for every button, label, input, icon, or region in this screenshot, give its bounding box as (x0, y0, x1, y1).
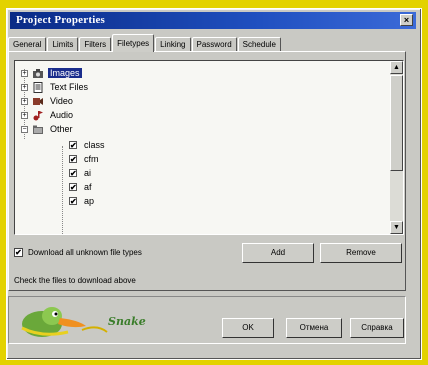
scroll-down-button[interactable]: ▼ (390, 221, 403, 234)
tree-child-ai[interactable]: ✔ ai (69, 166, 93, 180)
tree-item-audio[interactable]: + Audio (21, 108, 75, 122)
tab-password[interactable]: Password (191, 37, 237, 52)
tree-scrollbar[interactable]: ▲ ▼ (390, 61, 403, 234)
tree-item-label: Images (48, 68, 82, 78)
scroll-thumb[interactable] (390, 75, 403, 171)
tree-child-ap[interactable]: ✔ ap (69, 194, 96, 208)
screen-frame: Project Properties × General Limits Filt… (0, 0, 428, 365)
add-button[interactable]: Add (242, 243, 314, 263)
expand-icon[interactable]: + (21, 83, 28, 91)
tree-child-label: af (84, 182, 92, 192)
tree-connector (62, 146, 63, 234)
hint-text: Check the files to download above (14, 276, 136, 285)
window-title: Project Properties (16, 14, 106, 26)
filetype-actions: ✔ Download all unknown file types Add Re… (14, 243, 406, 263)
download-unknown-label: Download all unknown file types (28, 248, 142, 257)
camera-icon (32, 68, 44, 79)
tree-item-label: Other (50, 124, 73, 134)
checkbox[interactable]: ✔ (69, 155, 77, 164)
tab-strip: General Limits Filters Filetypes Linking… (8, 34, 282, 52)
scroll-up-button[interactable]: ▲ (390, 61, 403, 74)
brand-name: Snake (108, 315, 146, 328)
video-icon (32, 96, 44, 107)
tab-filetypes[interactable]: Filetypes (112, 34, 155, 52)
tree-item-images[interactable]: + Images (21, 66, 82, 80)
folder-icon (32, 124, 44, 135)
tree-child-cfm[interactable]: ✔ cfm (69, 152, 101, 166)
checkbox[interactable]: ✔ (69, 141, 77, 150)
checkbox[interactable]: ✔ (69, 197, 77, 206)
tree-child-label: ap (84, 196, 95, 206)
expand-icon[interactable]: + (21, 69, 28, 77)
text-file-icon (32, 81, 44, 93)
collapse-icon[interactable]: − (21, 125, 28, 133)
expand-icon[interactable]: + (21, 97, 28, 105)
tree-child-class[interactable]: ✔ class (69, 138, 107, 152)
tree-item-label: Text Files (50, 82, 89, 92)
tree-child-af[interactable]: ✔ af (69, 180, 94, 194)
tab-schedule[interactable]: Schedule (237, 37, 281, 52)
help-button[interactable]: Справка (350, 318, 404, 338)
checkbox[interactable]: ✔ (69, 169, 77, 178)
duck-logo-icon (12, 302, 122, 342)
tab-limits[interactable]: Limits (47, 37, 79, 52)
expand-icon[interactable]: + (21, 111, 28, 119)
audio-icon (32, 110, 44, 121)
tree-item-other[interactable]: − Other (21, 122, 75, 136)
tab-linking[interactable]: Linking (155, 37, 191, 52)
title-bar[interactable]: Project Properties × (10, 12, 416, 29)
close-button[interactable]: × (400, 14, 413, 26)
tree-child-label: cfm (84, 154, 99, 164)
ok-button[interactable]: OK (222, 318, 274, 338)
cancel-button[interactable]: Отмена (286, 318, 342, 338)
checkbox[interactable]: ✔ (69, 183, 77, 192)
tree-child-label: class (84, 140, 105, 150)
tree-item-label: Video (50, 96, 73, 106)
tree-child-label: ai (84, 168, 92, 178)
tab-filters[interactable]: Filters (79, 37, 112, 52)
remove-button[interactable]: Remove (320, 243, 402, 263)
tree-item-text-files[interactable]: + Text Files (21, 80, 90, 94)
tree-item-label: Audio (50, 110, 74, 120)
tree-item-video[interactable]: + Video (21, 94, 75, 108)
download-unknown-checkbox[interactable]: ✔ (14, 248, 23, 257)
tab-general[interactable]: General (8, 37, 47, 52)
filetype-tree[interactable]: + Images + Text Files + Video + Audio − … (14, 60, 404, 235)
